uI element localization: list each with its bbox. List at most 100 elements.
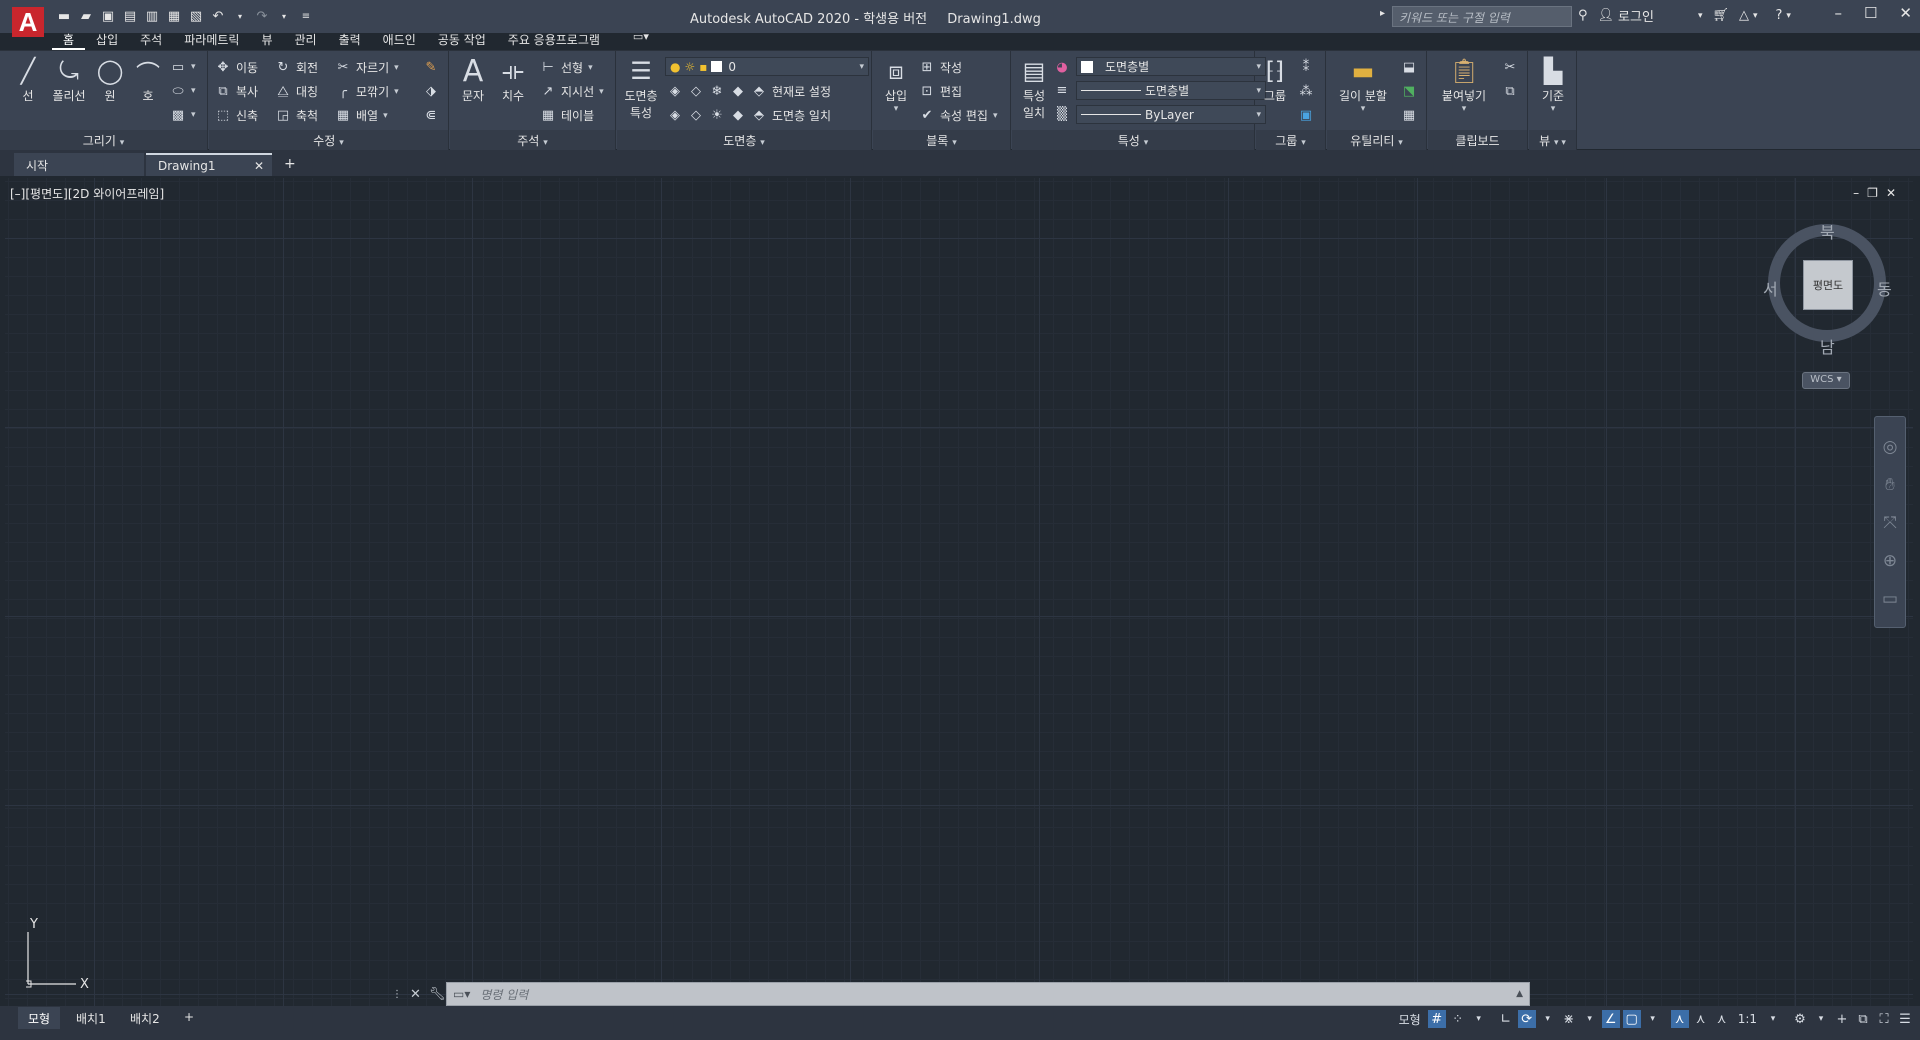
redo-dropdown-icon[interactable]: ▾ — [274, 7, 294, 25]
pan-hand-icon[interactable]: ✋︎ — [1885, 475, 1895, 495]
workspace-dropdown-icon[interactable]: ▾ — [1812, 1010, 1830, 1028]
create-block-button[interactable]: ⊞ 작성 — [919, 59, 963, 76]
panel-title-layers[interactable]: 도면층 ▾ — [617, 130, 871, 150]
ellipse-button[interactable]: ⬭ ▾ — [170, 83, 195, 99]
isodraft-icon[interactable]: ⋇ — [1560, 1010, 1578, 1028]
group-edit-icon[interactable]: ⁂ — [1298, 83, 1314, 99]
panel-title-modify[interactable]: 수정 ▾ — [209, 130, 448, 150]
showmotion-icon[interactable]: ▭ — [1882, 589, 1898, 609]
search-expand-icon[interactable]: ▸ — [1380, 8, 1385, 19]
linetype-dropdown[interactable]: 도면층별 ▾ — [1076, 81, 1266, 100]
stretch-button[interactable]: ⬚ 신축 — [215, 107, 258, 124]
panel-title-groups[interactable]: 그룹 ▾ — [1256, 130, 1325, 150]
undo-icon[interactable]: ↶ — [208, 7, 228, 25]
auto-scale-icon[interactable]: ⋏ — [1692, 1010, 1710, 1028]
command-prompt-icon[interactable]: ▭▾ — [453, 987, 470, 1001]
open-web-icon[interactable]: ▥ — [142, 7, 162, 25]
paste-button[interactable]: 📋︎ 붙여넣기 ▾ — [1432, 55, 1496, 114]
tab-addins[interactable]: 애드인 — [372, 30, 427, 50]
viewcube-east[interactable]: 동 — [1877, 276, 1892, 300]
array-button[interactable]: ▦ 배열 ▾ — [335, 107, 388, 124]
match-properties-button[interactable]: ▤ 특성 일치 — [1014, 55, 1054, 121]
cart-icon[interactable]: 🛒︎ — [1712, 8, 1729, 23]
select-all-icon[interactable]: ⬔ — [1401, 83, 1417, 99]
save-as-icon[interactable]: ▤ — [120, 7, 140, 25]
circle-button[interactable]: ◯ 원 — [92, 55, 128, 104]
tab-output[interactable]: 출력 — [328, 30, 372, 50]
copy-clip-icon[interactable]: ⧉ — [1502, 83, 1518, 99]
viewport-close-icon[interactable]: ✕ — [1886, 186, 1896, 200]
tab-featured-apps[interactable]: 주요 응용프로그램 — [497, 30, 611, 50]
search-input[interactable]: 키워드 또는 구절 입력 — [1392, 6, 1572, 27]
calculator-icon[interactable]: ▦ — [1401, 107, 1417, 123]
edit-block-button[interactable]: ⊡ 편집 — [919, 83, 963, 100]
redo-icon[interactable]: ↷ — [252, 7, 272, 25]
rectangle-button[interactable]: ▭ ▾ — [170, 59, 196, 75]
annotation-monitor-plus-icon[interactable]: + — [1833, 1010, 1851, 1028]
object-snap-dropdown-icon[interactable]: ▾ — [1644, 1010, 1662, 1028]
grid-icon[interactable]: # — [1427, 1010, 1446, 1028]
color-dropdown[interactable]: 도면층별 ▾ — [1076, 57, 1266, 76]
match-layer-label[interactable]: 도면층 일치 — [772, 107, 831, 124]
scale-dropdown-icon[interactable]: ▾ — [1764, 1010, 1782, 1028]
layer-unlock-icon[interactable]: ◆ — [730, 108, 746, 124]
object-snap-tracking-icon[interactable]: ∠ — [1601, 1010, 1620, 1028]
layer-off-icon[interactable]: ◈ — [667, 84, 683, 100]
viewport-minimize-icon[interactable]: – — [1853, 186, 1859, 200]
annotation-scale-value[interactable]: 1:1 — [1734, 1010, 1761, 1028]
layer-unisolate-icon[interactable]: ◇ — [688, 108, 704, 124]
panel-title-view[interactable]: 뷰 ▾ ▾ — [1529, 130, 1576, 150]
file-tab-drawing1[interactable]: Drawing1 ✕ — [146, 153, 272, 176]
leader-button[interactable]: ↗ 지시선 ▾ — [540, 83, 604, 100]
linear-dim-button[interactable]: ⊢ 선형 ▾ — [540, 59, 592, 76]
tab-home[interactable]: 홈 — [52, 30, 86, 50]
zoom-extents-icon[interactable]: ⤧ — [1883, 513, 1897, 533]
object-snap-icon[interactable]: ▢ — [1622, 1010, 1641, 1028]
new-tab-plus-icon[interactable]: + — [284, 156, 296, 172]
explode-button[interactable]: ⬗ — [423, 83, 439, 99]
wcs-menu[interactable]: WCS ▾ — [1802, 372, 1850, 389]
help-icon[interactable]: ? — [1776, 8, 1783, 23]
move-button[interactable]: ✥ 이동 — [215, 59, 259, 76]
scale-button[interactable]: ◲ 축척 — [275, 107, 318, 124]
clean-screen-icon[interactable]: ⛶ — [1875, 1010, 1893, 1028]
lineweight-dropdown[interactable]: ByLayer ▾ — [1076, 105, 1266, 124]
panel-title-utilities[interactable]: 유틸리티 ▾ — [1327, 130, 1426, 150]
login-dropdown-icon[interactable]: ▾ — [1698, 11, 1703, 21]
minimize-icon[interactable]: – — [1834, 4, 1842, 22]
edit-attributes-button[interactable]: ✔ 속성 편집 ▾ — [919, 107, 998, 124]
table-button[interactable]: ▦ 테이블 — [540, 107, 594, 124]
autodesk-app-dropdown-icon[interactable]: ▾ — [1753, 11, 1758, 21]
model-space-toggle[interactable]: 모형 — [1395, 1010, 1425, 1028]
snap-dropdown-icon[interactable]: ▾ — [1470, 1010, 1488, 1028]
panel-title-block[interactable]: 블록 ▾ — [873, 130, 1010, 150]
viewport-restore-icon[interactable]: ❐ — [1867, 186, 1878, 200]
help-dropdown-icon[interactable]: ▾ — [1786, 11, 1791, 21]
layer-isolate-icon[interactable]: ◇ — [688, 84, 704, 100]
polar-dropdown-icon[interactable]: ▾ — [1539, 1010, 1557, 1028]
panel-title-draw[interactable]: 그리기 ▾ — [0, 130, 207, 150]
layout-tab-model[interactable]: 모형 — [18, 1007, 61, 1029]
copy-button[interactable]: ⧉ 복사 — [215, 83, 258, 100]
wrench-customize-icon[interactable]: 🔧︎ — [429, 987, 446, 1002]
rotate-button[interactable]: ↻ 회전 — [275, 59, 319, 76]
maximize-icon[interactable]: ☐ — [1864, 4, 1877, 22]
tab-insert[interactable]: 삽입 — [85, 30, 129, 50]
layer-lock-icon[interactable]: ◆ — [730, 84, 746, 100]
steering-wheel-icon[interactable]: ◎ — [1883, 437, 1898, 457]
tab-manage[interactable]: 관리 — [283, 30, 327, 50]
layout-tab-layout2[interactable]: 배치2 — [120, 1007, 170, 1029]
trim-button[interactable]: ✂ 자르기 ▾ — [335, 59, 399, 76]
fillet-button[interactable]: ╭ 모깎기 ▾ — [335, 83, 399, 100]
dimension-button[interactable]: ⟛ 치수 — [494, 55, 532, 104]
erase-button[interactable]: ✎ — [423, 59, 439, 75]
grip-handle-icon[interactable]: ⋮ — [392, 989, 402, 1000]
polyline-button[interactable]: ⤿ 폴리선 — [48, 55, 90, 104]
tab-annotate[interactable]: 주석 — [129, 30, 173, 50]
ungroup-icon[interactable]: ⁑ — [1298, 59, 1314, 75]
viewcube-west[interactable]: 서 — [1763, 276, 1778, 300]
drawing-area[interactable] — [5, 178, 1913, 1008]
viewport-controls-label[interactable]: [–][평면도][2D 와이어프레임] — [10, 185, 164, 202]
undo-dropdown-icon[interactable]: ▾ — [230, 7, 250, 25]
cut-icon[interactable]: ✂ — [1502, 59, 1518, 75]
